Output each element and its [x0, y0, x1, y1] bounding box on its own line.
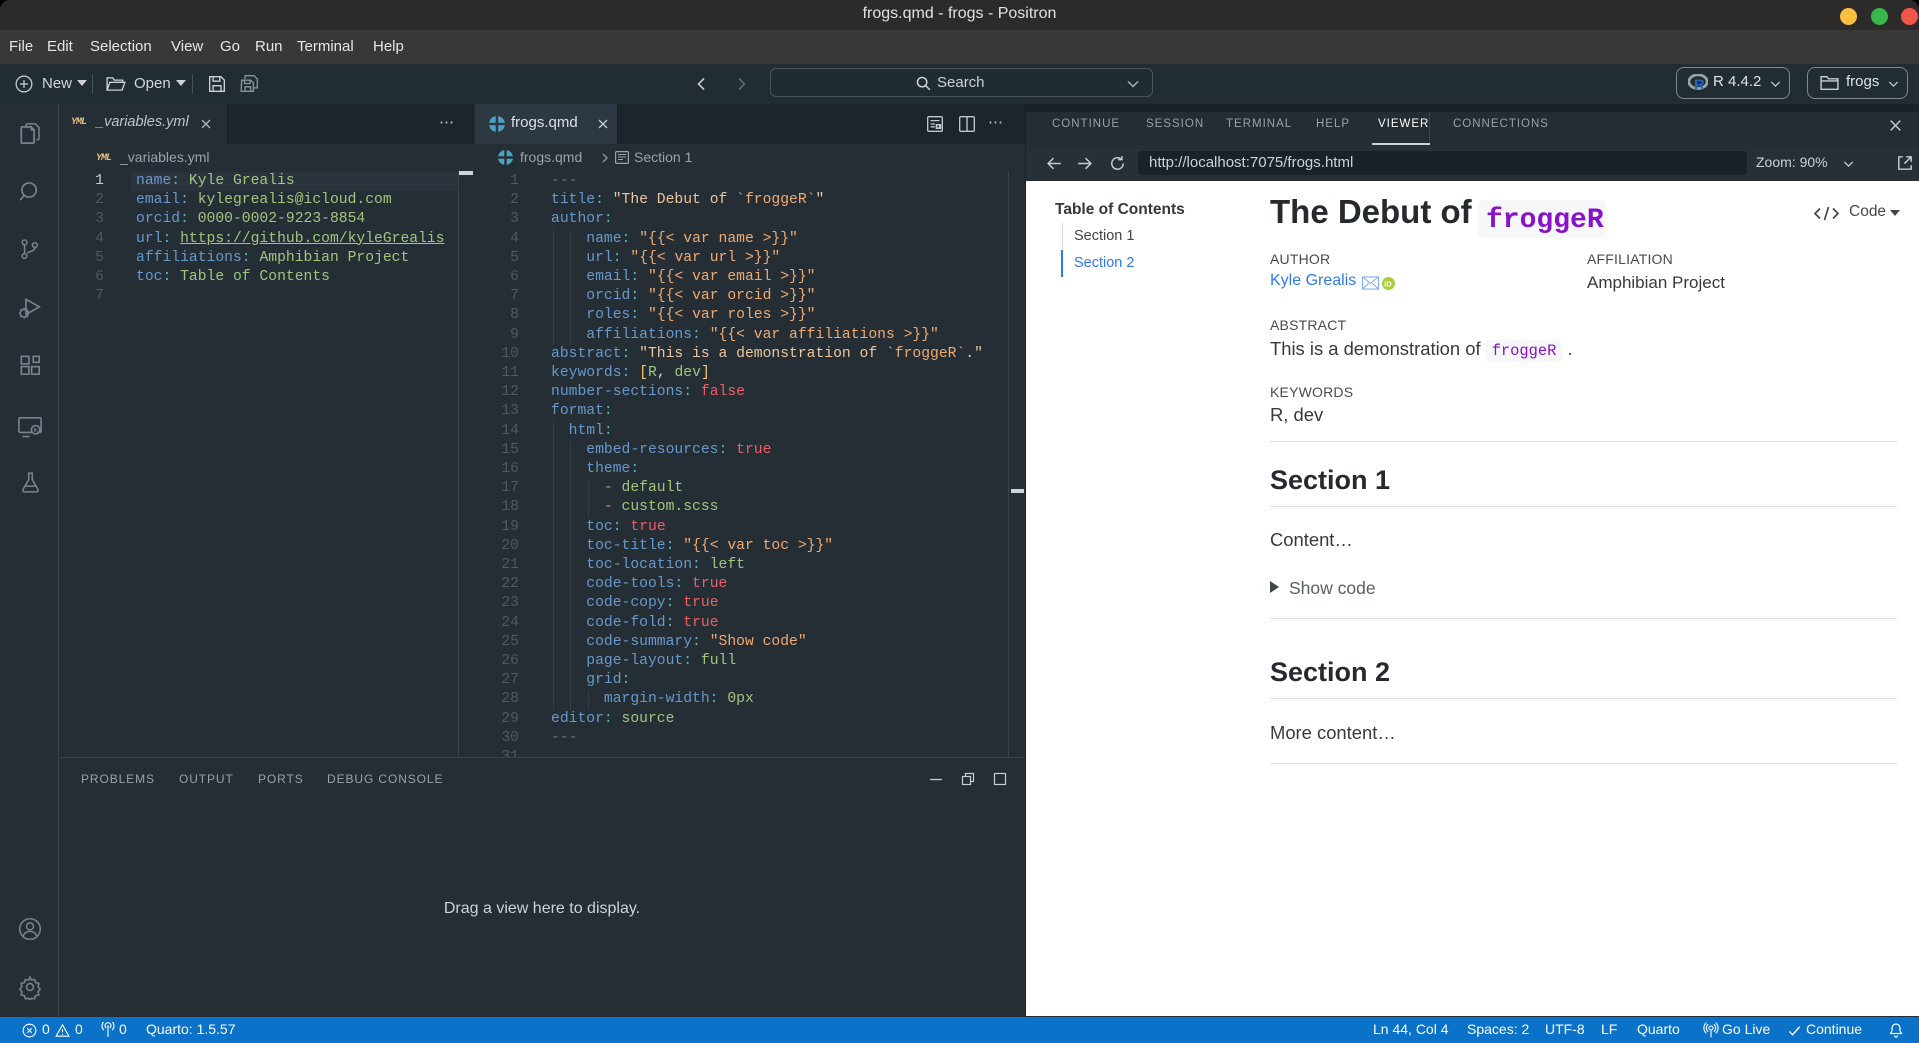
svg-text:iD: iD	[1384, 279, 1392, 288]
svg-text:R: R	[1694, 78, 1705, 91]
